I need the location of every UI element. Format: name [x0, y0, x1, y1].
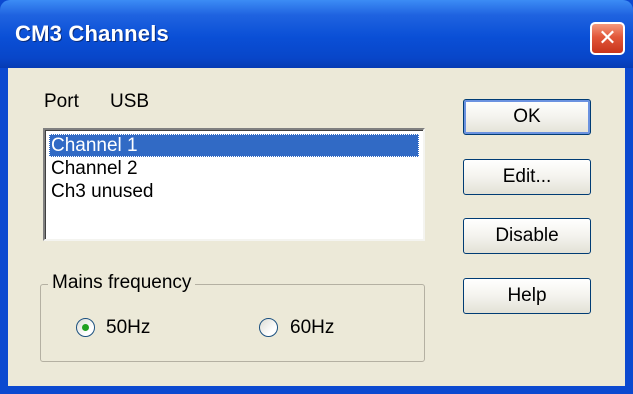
ok-button[interactable]: OK	[463, 99, 591, 135]
dialog-body: Port USB Channel 1 Channel 2 Ch3 unused …	[8, 68, 625, 386]
radio-checked-dot-icon	[82, 324, 89, 331]
help-button[interactable]: Help	[463, 278, 591, 314]
port-value: USB	[110, 91, 150, 112]
dialog-window: CM3 Channels ✕ Port USB Channel 1 Channe…	[0, 0, 633, 394]
list-item-channel-2[interactable]: Channel 2	[49, 157, 138, 180]
disable-button[interactable]: Disable	[463, 218, 591, 254]
radio-50hz[interactable]	[76, 318, 95, 337]
channel-listbox[interactable]: Channel 1 Channel 2 Ch3 unused	[43, 128, 425, 241]
radio-50hz-label[interactable]: 50Hz	[106, 317, 150, 339]
close-x-icon: ✕	[598, 26, 617, 51]
mains-frequency-title: Mains frequency	[48, 272, 196, 294]
mains-frequency-group	[40, 284, 425, 362]
list-item-ch3-unused[interactable]: Ch3 unused	[49, 180, 153, 203]
close-button[interactable]: ✕	[590, 22, 625, 55]
window-title: CM3 Channels	[15, 21, 169, 46]
radio-60hz-label[interactable]: 60Hz	[290, 317, 334, 339]
edit-button[interactable]: Edit...	[463, 159, 591, 195]
title-bar[interactable]: CM3 Channels ✕	[0, 0, 633, 68]
list-item-channel-1[interactable]: Channel 1	[49, 134, 419, 157]
radio-60hz[interactable]	[259, 318, 278, 337]
port-label: Port	[44, 91, 79, 112]
